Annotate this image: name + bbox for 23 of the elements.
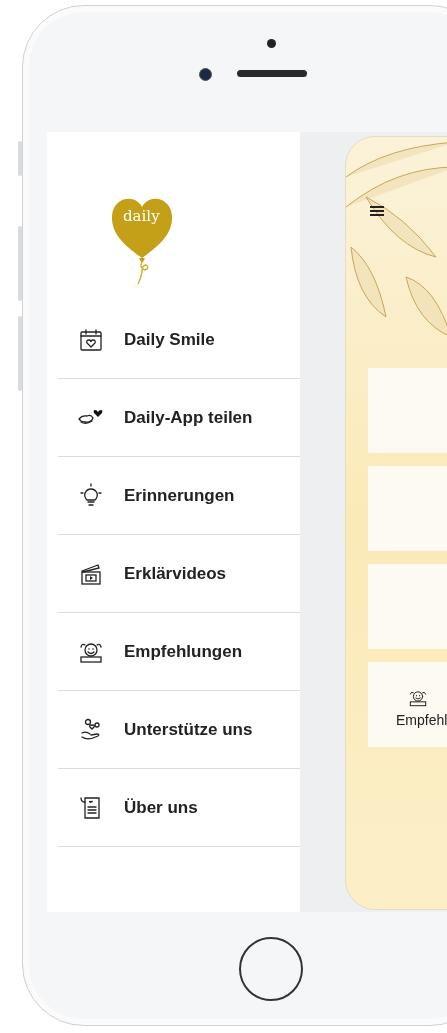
menu-item[interactable]: Über uns bbox=[58, 769, 300, 847]
menu-item[interactable]: Empfehlungen bbox=[58, 613, 300, 691]
panel-label: Empfehl bbox=[396, 711, 447, 728]
menu-item[interactable]: Daily Smile bbox=[58, 301, 300, 379]
menu-item-label: Daily Smile bbox=[124, 329, 215, 350]
content-panel[interactable]: Empfehl bbox=[368, 662, 447, 747]
menu-item-label: Erklärvideos bbox=[124, 563, 227, 584]
menu-item-label: Erinnerungen bbox=[124, 485, 235, 506]
lightbulb-icon bbox=[78, 482, 104, 509]
menu-item[interactable]: Unterstütze uns bbox=[58, 691, 300, 769]
menu-item-label: Unterstütze uns bbox=[124, 719, 253, 740]
menu-item-label: Daily-App teilen bbox=[124, 407, 253, 428]
camera-icon bbox=[199, 68, 212, 81]
menu-item-label: Empfehlungen bbox=[124, 641, 243, 662]
menu-item[interactable]: Erklärvideos bbox=[58, 535, 300, 613]
logo-text: daily bbox=[123, 207, 160, 225]
home-button[interactable] bbox=[239, 937, 303, 1001]
menu-icon[interactable] bbox=[370, 205, 384, 217]
sensor-dot bbox=[267, 39, 276, 48]
menu-item[interactable]: Daily-App teilen bbox=[58, 379, 300, 457]
speaker-grille bbox=[237, 70, 307, 77]
menu-item[interactable]: Erinnerungen bbox=[58, 457, 300, 535]
menu-item-label: Über uns bbox=[124, 797, 198, 818]
